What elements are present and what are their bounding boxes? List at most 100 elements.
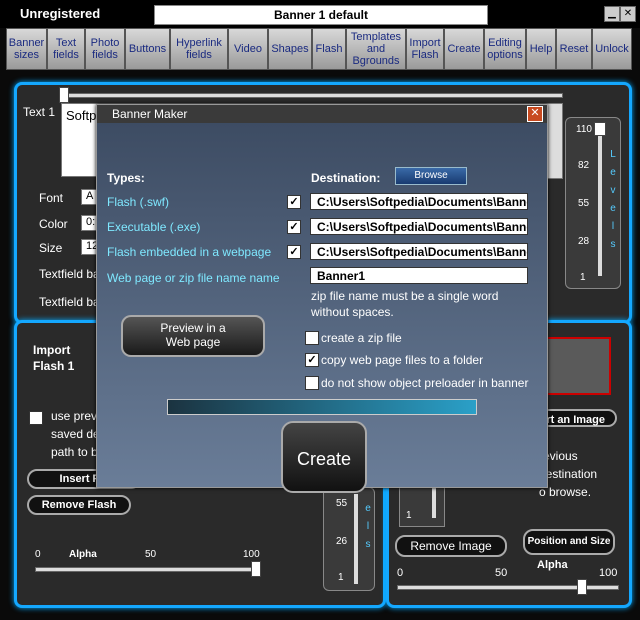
flash-level-tick-1: 1 xyxy=(338,572,344,583)
image-levels-track[interactable] xyxy=(432,488,436,518)
flash-levels-panel: 55 26 1 els xyxy=(323,487,375,591)
toolbar-banner-sizes[interactable]: Banner sizes xyxy=(6,28,47,70)
toolbar-editing-options[interactable]: Editing options xyxy=(484,28,526,70)
no-preloader-checkbox[interactable] xyxy=(305,376,319,390)
copy-files-label: copy web page files to a folder xyxy=(321,353,484,367)
size-label: Size xyxy=(39,241,63,255)
text-slider-track[interactable] xyxy=(61,93,563,98)
image-alpha-label: Alpha xyxy=(537,559,568,571)
flash-path-field[interactable]: C:\Users\Softpedia\Documents\Banne xyxy=(310,193,528,210)
toolbar-flash[interactable]: Flash xyxy=(312,28,346,70)
level-tick-1: 1 xyxy=(580,272,586,283)
type-exe-checkbox[interactable]: ✓ xyxy=(287,220,301,234)
import-flash-title: Import xyxy=(33,343,71,357)
import-flash-subtitle: Flash 1 xyxy=(33,359,75,373)
image-alpha-mid: 50 xyxy=(495,567,508,579)
toolbar-import-flash[interactable]: Import Flash xyxy=(406,28,444,70)
alpha-min-label: 0 xyxy=(35,549,41,560)
level-tick-110: 110 xyxy=(576,124,592,135)
toolbar-buttons[interactable]: Buttons xyxy=(125,28,170,70)
image-alpha-min: 0 xyxy=(397,567,404,579)
textfield-border-label: Textfield ba xyxy=(39,295,100,309)
filename-label: Web page or zip file name name xyxy=(107,271,280,285)
preview-webpage-button[interactable]: Preview in a Web page xyxy=(121,315,265,357)
levels-label: Levels xyxy=(610,149,616,250)
alpha-max-label: 100 xyxy=(243,549,260,560)
toolbar-reset[interactable]: Reset xyxy=(556,28,592,70)
image-alpha-thumb[interactable] xyxy=(577,579,587,595)
use-previous-checkbox[interactable] xyxy=(29,411,43,425)
dialog-title-bar: Banner Maker ✕ xyxy=(97,105,547,123)
copy-files-checkbox[interactable]: ✓ xyxy=(305,353,319,367)
levels-panel: 110 82 55 28 1 Levels xyxy=(565,117,621,289)
create-zip-checkbox[interactable] xyxy=(305,331,319,345)
type-webpage-label: Flash embedded in a webpage xyxy=(107,245,272,259)
level-tick-28: 28 xyxy=(578,236,590,247)
types-label: Types: xyxy=(107,171,145,185)
type-flash-label: Flash (.swf) xyxy=(107,195,170,209)
zip-note-line1: zip file name must be a single word xyxy=(311,289,499,303)
banner-maker-dialog: Banner Maker ✕ Types: Destination: Brows… xyxy=(96,104,548,493)
close-icon[interactable]: ✕ xyxy=(620,6,636,22)
flash-level-tick-55: 55 xyxy=(336,498,348,509)
dialog-body: Types: Destination: Browse Flash (.swf) … xyxy=(97,123,547,493)
use-previous-label-3: path to b xyxy=(51,445,98,459)
levels-thumb[interactable] xyxy=(594,122,606,136)
flash-level-tick-26: 26 xyxy=(336,536,348,547)
alpha-mid-label: 50 xyxy=(145,549,157,560)
create-button[interactable]: Create xyxy=(281,421,367,493)
zip-note-line2: without spaces. xyxy=(311,305,394,319)
level-tick-82: 82 xyxy=(578,160,590,171)
use-previous-label: use prev xyxy=(51,409,98,423)
position-size-button[interactable]: Position and Size xyxy=(523,529,615,555)
minimize-icon[interactable]: ▁ xyxy=(604,6,620,22)
flash-levels-label: els xyxy=(365,503,371,550)
text-label: Text 1 xyxy=(23,105,56,119)
no-preloader-label: do not show object preloader in banner xyxy=(321,376,529,390)
exe-path-field[interactable]: C:\Users\Softpedia\Documents\Banne xyxy=(310,218,528,235)
banner-name-field[interactable]: Banner 1 default xyxy=(154,5,488,25)
use-previous-label-2: saved de xyxy=(51,427,100,441)
toolbar-video[interactable]: Video xyxy=(228,28,268,70)
toolbar-shapes[interactable]: Shapes xyxy=(268,28,312,70)
dialog-title: Banner Maker xyxy=(112,107,188,121)
webpage-path-field[interactable]: C:\Users\Softpedia\Documents\Banne xyxy=(310,243,528,260)
alpha-label: Alpha xyxy=(69,549,97,560)
main-toolbar: Banner sizes Text fields Photo fields Bu… xyxy=(6,28,634,72)
image-level-tick-1: 1 xyxy=(406,510,412,521)
registration-status: Unregistered xyxy=(20,6,101,21)
flash-alpha-thumb[interactable] xyxy=(251,561,261,577)
toolbar-create[interactable]: Create xyxy=(444,28,484,70)
textfield-bg-label: Textfield ba xyxy=(39,267,100,281)
filename-input[interactable]: Banner1 xyxy=(310,267,528,284)
flash-alpha-track[interactable] xyxy=(35,567,261,572)
toolbar-photo-fields[interactable]: Photo fields xyxy=(85,28,125,70)
type-flash-checkbox[interactable]: ✓ xyxy=(287,195,301,209)
levels-track[interactable] xyxy=(598,124,602,276)
font-label: Font xyxy=(39,191,64,205)
title-bar: Unregistered Banner 1 default ▁ ✕ xyxy=(0,0,640,28)
remove-image-button[interactable]: Remove Image xyxy=(395,535,507,557)
toolbar-unlock[interactable]: Unlock xyxy=(592,28,632,70)
progress-fill xyxy=(168,400,476,414)
color-label: Color xyxy=(39,217,68,231)
browse-button[interactable]: Browse xyxy=(395,167,467,185)
image-mini-levels: 1 xyxy=(399,485,445,527)
text-scrollbar[interactable] xyxy=(547,103,563,179)
type-webpage-checkbox[interactable]: ✓ xyxy=(287,245,301,259)
dialog-close-icon[interactable]: ✕ xyxy=(527,106,543,122)
remove-flash-button[interactable]: Remove Flash xyxy=(27,495,131,515)
destination-label: Destination: xyxy=(311,171,381,185)
app-window: Unregistered Banner 1 default ▁ ✕ Banner… xyxy=(0,0,640,620)
flash-levels-track[interactable] xyxy=(354,494,358,584)
type-exe-label: Executable (.exe) xyxy=(107,220,201,234)
toolbar-help[interactable]: Help xyxy=(526,28,556,70)
image-alpha-max: 100 xyxy=(599,567,618,579)
create-zip-label: create a zip file xyxy=(321,331,402,345)
level-tick-55: 55 xyxy=(578,198,590,209)
toolbar-templates[interactable]: Templates and Bgrounds xyxy=(346,28,406,70)
text-slider-thumb[interactable] xyxy=(59,87,69,103)
toolbar-text-fields[interactable]: Text fields xyxy=(47,28,85,70)
progress-bar xyxy=(167,399,477,415)
toolbar-hyperlink-fields[interactable]: Hyperlink fields xyxy=(170,28,228,70)
